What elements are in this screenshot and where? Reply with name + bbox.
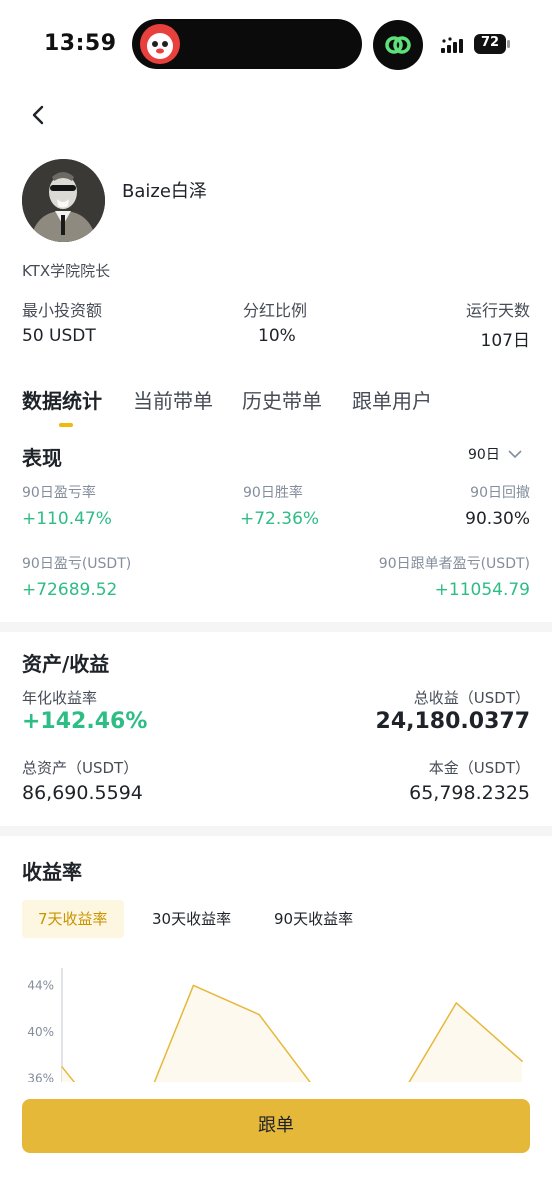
pnl-usdt-value: +72689.52 <box>22 580 118 600</box>
follow-button[interactable]: 跟单 <box>22 1099 530 1153</box>
pnl-rate-value: +110.47% <box>22 509 112 529</box>
chart-y-tick-label: 40% <box>27 1025 54 1039</box>
battery-icon: 72 <box>474 34 510 54</box>
tab-statistics[interactable]: 数据统计 <box>22 385 102 414</box>
chevron-down-icon <box>508 450 522 459</box>
running-days-value: 107日 <box>480 331 530 351</box>
chart-point <box>521 1060 523 1062</box>
assets-title: 资产/收益 <box>22 652 110 676</box>
chart-point <box>61 1066 63 1068</box>
period-selector[interactable]: 90日 <box>468 444 522 464</box>
battery-level: 72 <box>480 35 500 50</box>
min-investment-value: 50 USDT <box>22 326 96 346</box>
total-assets-value: 86,690.5594 <box>22 782 143 804</box>
annual-return-value: +142.46% <box>22 709 148 734</box>
tab-current-orders[interactable]: 当前带单 <box>133 385 213 414</box>
trader-name: Baize白泽 <box>122 181 207 202</box>
total-assets-label: 总资产（USDT） <box>22 759 139 777</box>
chart-point <box>455 1002 458 1004</box>
chart-point <box>258 1013 260 1016</box>
chart-y-tick-label: 36% <box>27 1072 54 1082</box>
returns-title: 收益率 <box>22 860 82 884</box>
chart-point <box>192 984 195 987</box>
pnl-usdt-label: 90日盈亏(USDT) <box>22 556 132 572</box>
chart-y-tick-label: 44% <box>27 978 54 992</box>
copy-trader-profile-screen: 13:59 72 Baize白泽 KTX学院院长 最小投资额 50 USDT 分… <box>0 0 552 1200</box>
period-value: 90日 <box>468 447 500 463</box>
running-days-label: 运行天数 <box>465 301 530 320</box>
status-time: 13:59 <box>44 31 117 56</box>
principal-label: 本金（USDT） <box>428 759 530 777</box>
return-rate-chart: 44% 40% 36% <box>27 968 523 1082</box>
profit-share-value: 10% <box>258 326 296 346</box>
total-profit-label: 总收益（USDT） <box>413 689 530 707</box>
drawdown-value: 90.30% <box>465 509 530 529</box>
min-investment-label: 最小投资额 <box>22 301 103 320</box>
link-icon[interactable] <box>373 20 423 70</box>
pnl-rate-label: 90日盈亏率 <box>22 485 96 501</box>
principal-value: 65,798.2325 <box>409 782 530 804</box>
chip-90d-return[interactable]: 90天收益率 <box>258 900 369 938</box>
follower-pnl-label: 90日跟单者盈亏(USDT) <box>378 556 530 572</box>
performance-title: 表现 <box>22 446 62 470</box>
active-tab-indicator <box>59 423 73 427</box>
back-arrow-icon <box>32 105 44 125</box>
section-divider <box>0 622 552 632</box>
total-profit-value: 24,180.0377 <box>375 709 530 734</box>
tab-history-orders[interactable]: 历史带单 <box>242 385 322 414</box>
drawdown-label: 90日回撤 <box>470 485 530 501</box>
dynamic-island <box>132 19 362 69</box>
chip-7d-return[interactable]: 7天收益率 <box>22 900 124 938</box>
back-button[interactable] <box>24 100 54 130</box>
signal-icon <box>441 37 463 53</box>
trader-bio: KTX学院院长 <box>22 262 111 280</box>
win-rate-label: 90日胜率 <box>243 485 303 501</box>
follower-pnl-value: +11054.79 <box>434 580 530 600</box>
profit-share-label: 分红比例 <box>243 301 308 320</box>
win-rate-value: +72.36% <box>240 509 320 529</box>
annual-return-label: 年化收益率 <box>22 689 98 707</box>
tab-followers[interactable]: 跟单用户 <box>352 385 432 414</box>
app-mascot-icon <box>140 24 180 64</box>
chart-area <box>62 985 522 1082</box>
chart-line-segment <box>61 1066 76 1082</box>
chip-30d-return[interactable]: 30天收益率 <box>136 900 247 938</box>
section-divider <box>0 826 552 836</box>
trader-avatar <box>22 159 105 242</box>
